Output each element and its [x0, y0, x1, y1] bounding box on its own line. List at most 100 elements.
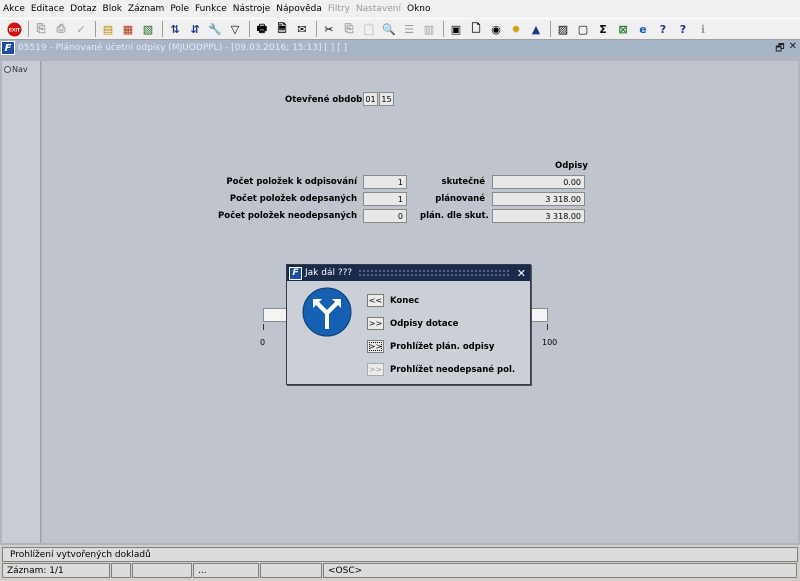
radio-icon: [4, 66, 11, 73]
odpisy-header: Odpisy: [555, 161, 588, 171]
amount-field[interactable]: 0.00: [492, 175, 585, 189]
amount-type-label: plán. dle skut.: [420, 211, 489, 221]
paste-icon[interactable]: 📋: [361, 21, 377, 37]
sun-icon[interactable]: ✹: [508, 21, 524, 37]
context-help-icon[interactable]: ?: [675, 21, 691, 37]
count-field[interactable]: 1: [363, 192, 407, 206]
toolbar-separator: [443, 21, 444, 37]
amount-field[interactable]: 3 318.00: [492, 192, 585, 206]
toolbar-separator: [316, 21, 317, 37]
menu-napoveda[interactable]: Nápověda: [276, 4, 322, 14]
globe-icon[interactable]: ◉: [488, 21, 504, 37]
road-sign-icon: [302, 287, 352, 337]
konec-button[interactable]: <<: [367, 294, 384, 307]
status-message: Prohlížení vytvořených dokladů: [2, 547, 798, 562]
count-field[interactable]: 0: [363, 209, 407, 223]
enter-query-icon[interactable]: ▤: [100, 21, 116, 37]
menu-akce[interactable]: Akce: [3, 4, 25, 14]
nav-button[interactable]: Nav: [4, 65, 28, 74]
amount-field[interactable]: 3 318.00: [492, 209, 585, 223]
window-titlebar: F 05519 - Plánované účetní odpisy (MJUOD…: [0, 40, 800, 56]
close-icon[interactable]: ✕: [789, 41, 797, 58]
period-label: Otevřené období: [285, 95, 366, 105]
menu-editace[interactable]: Editace: [31, 4, 64, 14]
excel-icon[interactable]: ⊠: [615, 21, 631, 37]
save-icon[interactable]: ⎘: [33, 21, 49, 37]
prohlizet-neodepsane-button[interactable]: >>: [367, 363, 384, 376]
menu-nastaveni[interactable]: Nastavení: [356, 4, 401, 14]
cancel-query-icon[interactable]: ▧: [140, 21, 156, 37]
prohlizet-plan-odpisy-button[interactable]: >>: [367, 340, 384, 353]
nav-panel: Nav: [2, 61, 41, 543]
menu-okno[interactable]: Okno: [407, 4, 431, 14]
menu-blok[interactable]: Blok: [103, 4, 122, 14]
info-icon[interactable]: ℹ: [695, 21, 711, 37]
menu-filtry[interactable]: Filtry: [328, 4, 350, 14]
progress-min-label: 0: [260, 338, 266, 347]
row-label: Počet položek k odpisování: [226, 177, 357, 187]
period-year-field[interactable]: 15: [379, 92, 394, 106]
filter-icon[interactable]: ▽: [227, 21, 243, 37]
calculator-icon[interactable]: ▣: [448, 21, 464, 37]
how-to-continue-dialog: F Jak dál ??? ✕ << Konec >> Odpisy dotac…: [286, 264, 531, 385]
dialog-option: << Konec: [367, 294, 419, 307]
option-label: Prohlížet neodepsané pol.: [390, 364, 516, 375]
preview-icon[interactable]: 🗎: [274, 21, 290, 37]
columns-icon[interactable]: ▥: [421, 21, 437, 37]
option-label: Odpisy dotace: [390, 318, 459, 329]
app-logo-icon: F: [1, 41, 15, 55]
commit-icon[interactable]: ✓: [73, 21, 89, 37]
toolbar-separator: [162, 21, 163, 37]
titlebar-grip: [358, 269, 511, 277]
exit-icon[interactable]: EXIT: [6, 21, 22, 37]
sort-asc-icon[interactable]: ⇅: [167, 21, 183, 37]
option-label: Konec: [390, 295, 420, 306]
record-counter: Záznam: 1/1: [2, 563, 110, 578]
sum-icon[interactable]: Σ: [595, 21, 611, 37]
copy-icon[interactable]: ⎘: [341, 21, 357, 37]
count-field[interactable]: 1: [363, 175, 407, 189]
list-icon[interactable]: ☰: [401, 21, 417, 37]
period-month-field[interactable]: 01: [363, 92, 378, 106]
amount-type-label: skutečné: [441, 177, 485, 187]
sort-desc-icon[interactable]: ⇵: [187, 21, 203, 37]
document-icon[interactable]: 🗋: [468, 21, 484, 37]
status-mode: <OSC>: [323, 563, 797, 578]
row-label: Počet položek odepsaných: [229, 194, 357, 204]
app-logo-icon: F: [289, 266, 302, 280]
menu-zaznam[interactable]: Záznam: [128, 4, 164, 14]
window-title: 05519 - Plánované účetní odpisy (MJUODPP…: [18, 43, 348, 53]
disk-icon[interactable]: ▢: [575, 21, 591, 37]
amount-type-label: plánované: [435, 194, 485, 204]
toolbar-separator: [550, 21, 551, 37]
execute-query-icon[interactable]: ▦: [120, 21, 136, 37]
close-icon[interactable]: ✕: [517, 267, 526, 280]
tools-icon[interactable]: 🔧: [207, 21, 223, 37]
toolbar-separator: [28, 21, 29, 37]
odpisy-dotace-button[interactable]: >>: [367, 317, 384, 330]
search-icon[interactable]: 🔍: [381, 21, 397, 37]
menu-dotaz[interactable]: Dotaz: [70, 4, 96, 14]
chart-icon[interactable]: ▨: [555, 21, 571, 37]
mail-icon[interactable]: ✉: [294, 21, 310, 37]
toolbar-separator: [249, 21, 250, 37]
status-cell: [132, 563, 192, 578]
status-row: Záznam: 1/1 ... <OSC>: [2, 563, 798, 578]
help-icon[interactable]: ?: [655, 21, 671, 37]
progress-tick: [547, 324, 548, 330]
menu-pole[interactable]: Pole: [170, 4, 189, 14]
dialog-titlebar: F Jak dál ??? ✕: [287, 265, 530, 281]
toolbar: EXIT ⎘ ⎙ ✓ ▤ ▦ ▧ ⇅ ⇵ 🔧 ▽ 🖶 🗎 ✉ ✂ ⎘ 📋 🔍 ☰…: [0, 18, 800, 40]
ie-icon[interactable]: e: [635, 21, 651, 37]
cut-icon[interactable]: ✂: [321, 21, 337, 37]
progress-tick: [263, 324, 264, 330]
menu-nastroje[interactable]: Nástroje: [233, 4, 271, 14]
status-list-indicator: ...: [193, 563, 259, 578]
warning-icon[interactable]: ▲: [528, 21, 544, 37]
printer-icon[interactable]: 🖶: [254, 21, 270, 37]
print-icon[interactable]: ⎙: [53, 21, 69, 37]
menu-funkce[interactable]: Funkce: [195, 4, 227, 14]
restore-icon[interactable]: 🗗: [775, 41, 784, 58]
nav-label: Nav: [12, 65, 28, 74]
option-label: Prohlížet plán. odpisy: [390, 341, 495, 352]
